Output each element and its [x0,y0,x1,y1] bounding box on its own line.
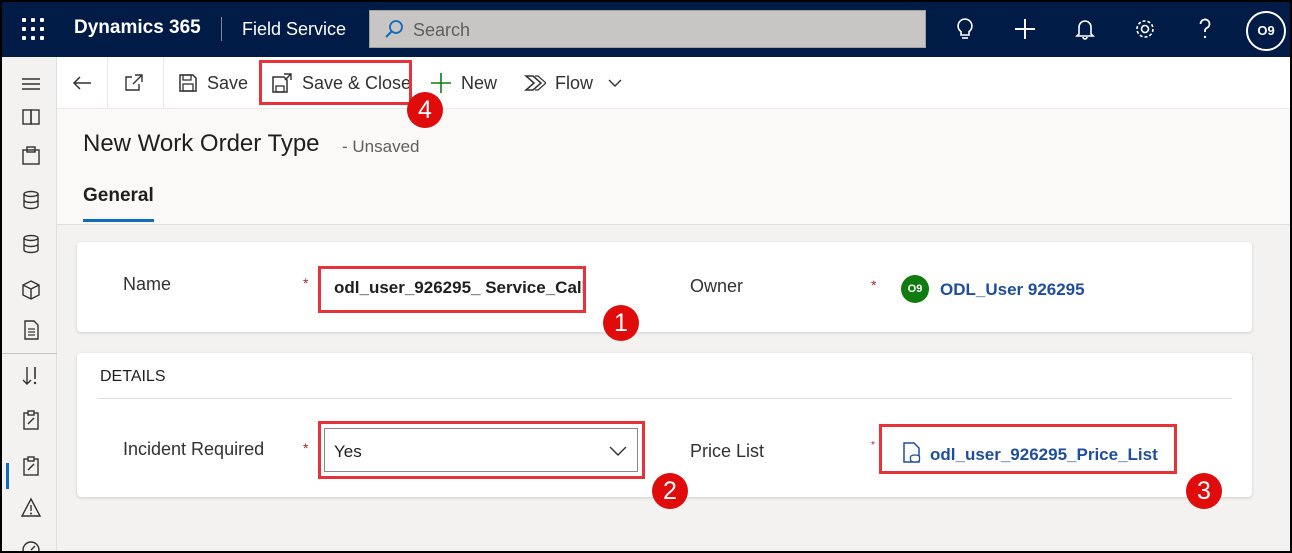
save-button[interactable]: Save [178,57,248,109]
bell-icon[interactable] [1072,16,1098,42]
app-launcher-icon[interactable] [22,18,44,40]
required-indicator: * [303,275,309,291]
checklist-icon[interactable] [20,455,42,477]
user-avatar[interactable]: O9 [1246,11,1286,51]
owner-link[interactable]: ODL_User 926295 [940,280,1085,300]
help-icon[interactable] [1192,16,1218,42]
active-nav-indicator [6,463,9,489]
database-icon[interactable] [20,233,42,255]
gear-icon[interactable] [1132,16,1158,42]
callout-badge-1: 1 [603,305,639,341]
command-separator [163,57,164,109]
clipboard-icon[interactable] [20,145,42,167]
lightbulb-icon[interactable] [952,16,978,42]
save-icon [179,74,197,92]
name-label: Name [123,274,172,294]
search-box[interactable]: Search [369,10,926,48]
checklist-icon[interactable] [20,409,42,431]
flow-icon [524,75,546,91]
price-list-label: Price List [690,441,765,461]
required-indicator: * [871,440,875,451]
command-bar: Save Save & Close New Flow [57,57,1292,109]
details-divider [97,398,1232,399]
callout-badge-3: 3 [1186,473,1222,509]
hamburger-icon[interactable] [20,73,42,95]
owner-label: Owner [690,276,744,296]
open-new-window-button[interactable] [123,57,154,109]
new-label: New [461,72,498,93]
document-icon[interactable] [20,319,42,341]
plus-icon [431,73,451,93]
chevron-down-icon[interactable] [607,75,623,91]
flow-button[interactable]: Flow [524,57,632,109]
save-label: Save [207,72,249,93]
search-placeholder: Search [413,20,471,40]
owner-avatar: O9 [901,275,929,303]
details-section-title: DETAILS [100,368,166,385]
sort-icon[interactable] [20,365,42,387]
page-title: New Work Order Type [83,130,320,157]
required-indicator: * [871,277,877,293]
active-tab-indicator [83,219,154,222]
incident-required-label: Incident Required [123,439,265,459]
app-name[interactable]: Field Service [242,19,346,40]
top-bar: Dynamics 365 Field Service Search O9 [0,0,1292,57]
warning-icon[interactable] [20,497,42,519]
callout-badge-4: 4 [407,92,443,128]
nav-separator [2,353,58,354]
save-status: - Unsaved [342,137,420,156]
highlight-box-4 [259,60,412,105]
book-icon[interactable] [20,107,42,129]
flow-label: Flow [555,72,594,93]
box-icon[interactable] [20,279,42,301]
brand-title[interactable]: Dynamics 365 [74,17,201,39]
database-icon[interactable] [20,189,42,211]
highlight-box-2 [318,421,645,479]
back-button[interactable] [71,57,102,109]
plus-icon[interactable] [1012,16,1038,42]
required-indicator: * [303,440,309,456]
highlight-box-1 [318,266,586,313]
back-arrow-icon [72,76,91,90]
search-icon [385,20,403,38]
command-separator [107,57,108,109]
brand-divider [221,17,222,41]
pop-out-icon [125,74,143,91]
callout-badge-2: 2 [652,473,688,509]
tab-general[interactable]: General [83,185,154,207]
left-navigation [0,57,58,553]
highlight-box-3 [879,424,1177,474]
